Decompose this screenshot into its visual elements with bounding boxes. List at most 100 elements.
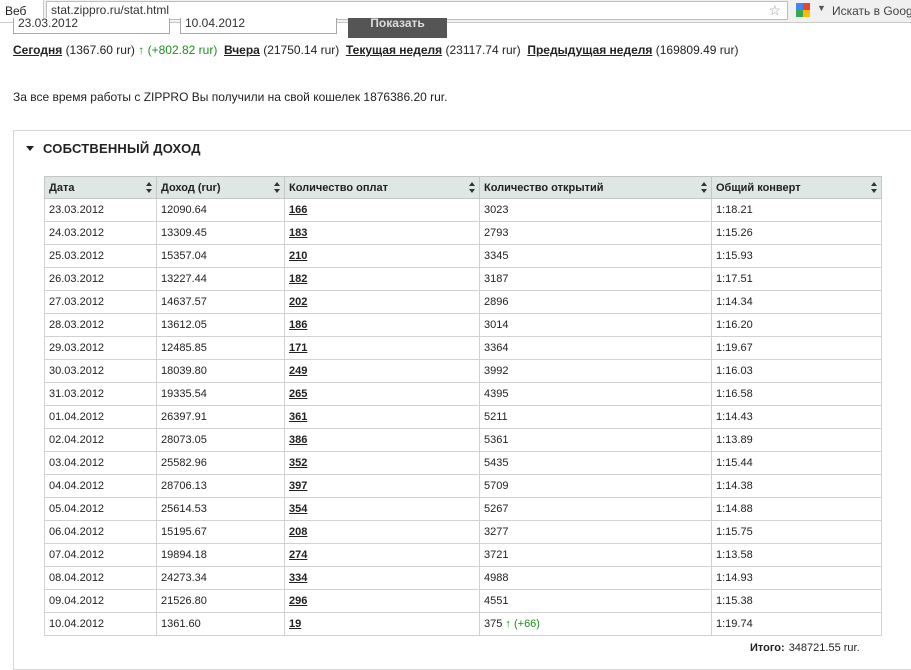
- payments-link[interactable]: 354: [289, 503, 307, 515]
- income-stats-line: Сегодня (1367.60 rur) ↑ (+802.82 rur) Вч…: [13, 42, 738, 58]
- conversion-cell: 1:14.88: [711, 497, 882, 521]
- column-header-income[interactable]: Доход (rur): [156, 176, 285, 199]
- payments-cell[interactable]: 183: [284, 221, 480, 245]
- payments-cell[interactable]: 249: [284, 359, 480, 383]
- date-cell: 23.03.2012: [44, 198, 157, 222]
- table-row: 26.03.2012 13227.44 182 3187 1:17.51: [44, 267, 882, 291]
- payments-cell[interactable]: 334: [284, 566, 480, 590]
- income-cell: 18039.80: [156, 359, 285, 383]
- conversion-cell: 1:15.75: [711, 520, 882, 544]
- column-header-date[interactable]: Дата: [44, 176, 157, 199]
- date-cell: 29.03.2012: [44, 336, 157, 360]
- sort-icon[interactable]: [274, 182, 280, 194]
- opens-delta: ↑ (+66): [505, 618, 540, 630]
- payments-link[interactable]: 352: [289, 457, 307, 469]
- opens-cell: 3277: [479, 520, 712, 544]
- date-cell: 31.03.2012: [44, 382, 157, 406]
- url-text: stat.zippro.ru/stat.html: [51, 3, 170, 17]
- date-from-input[interactable]: 23.03.2012: [13, 18, 170, 34]
- show-button[interactable]: Показать: [348, 18, 447, 38]
- payments-link[interactable]: 208: [289, 526, 307, 538]
- opens-cell: 3023: [479, 198, 712, 222]
- payments-cell[interactable]: 210: [284, 244, 480, 268]
- payments-cell[interactable]: 186: [284, 313, 480, 337]
- today-link[interactable]: Сегодня: [13, 43, 62, 57]
- panel-title: СОБСТВЕННЫЙ ДОХОД: [43, 141, 201, 156]
- payments-cell[interactable]: 397: [284, 474, 480, 498]
- opens-cell: 5211: [479, 405, 712, 429]
- payments-cell[interactable]: 182: [284, 267, 480, 291]
- payments-cell[interactable]: 208: [284, 520, 480, 544]
- payments-link[interactable]: 274: [289, 549, 307, 561]
- payments-link[interactable]: 186: [289, 319, 307, 331]
- google-search-icon[interactable]: [796, 3, 810, 17]
- total-row: Итого: 348721.55 rur.: [750, 641, 860, 655]
- payments-cell[interactable]: 274: [284, 543, 480, 567]
- bookmark-star-icon[interactable]: ☆: [768, 2, 781, 19]
- payments-cell[interactable]: 202: [284, 290, 480, 314]
- payments-cell[interactable]: 296: [284, 589, 480, 613]
- payments-link[interactable]: 166: [289, 204, 307, 216]
- payments-cell[interactable]: 354: [284, 497, 480, 521]
- sort-icon[interactable]: [469, 182, 475, 194]
- opens-cell: 5435: [479, 451, 712, 475]
- payments-cell[interactable]: 386: [284, 428, 480, 452]
- payments-link[interactable]: 386: [289, 434, 307, 446]
- payments-link[interactable]: 249: [289, 365, 307, 377]
- column-header-opens[interactable]: Количество открытий: [479, 176, 712, 199]
- conversion-cell: 1:17.51: [711, 267, 882, 291]
- payments-link[interactable]: 210: [289, 250, 307, 262]
- current-week-value: (23117.74 rur): [445, 43, 521, 57]
- yesterday-value: (21750.14 rur): [263, 43, 340, 57]
- table-row: 07.04.2012 19894.18 274 3721 1:13.58: [44, 543, 882, 567]
- payments-link[interactable]: 202: [289, 296, 307, 308]
- previous-week-link[interactable]: Предыдущая неделя: [527, 43, 652, 57]
- payments-cell[interactable]: 166: [284, 198, 480, 222]
- date-cell: 01.04.2012: [44, 405, 157, 429]
- date-cell: 05.04.2012: [44, 497, 157, 521]
- payments-cell[interactable]: 352: [284, 451, 480, 475]
- column-header-payments[interactable]: Количество оплат: [284, 176, 480, 199]
- opens-cell: 3014: [479, 313, 712, 337]
- payments-link[interactable]: 361: [289, 411, 307, 423]
- payments-link[interactable]: 296: [289, 595, 307, 607]
- collapse-triangle-icon[interactable]: [26, 146, 34, 151]
- date-cell: 27.03.2012: [44, 290, 157, 314]
- income-cell: 12485.85: [156, 336, 285, 360]
- browser-search-input[interactable]: Искать в Goog: [832, 0, 911, 22]
- date-cell: 30.03.2012: [44, 359, 157, 383]
- income-cell: 19335.54: [156, 382, 285, 406]
- payments-link[interactable]: 265: [289, 388, 307, 400]
- panel-header[interactable]: СОБСТВЕННЫЙ ДОХОД: [26, 141, 201, 157]
- column-header-conversion[interactable]: Общий конверт: [711, 176, 882, 199]
- current-week-link[interactable]: Текущая неделя: [346, 43, 442, 57]
- payments-link[interactable]: 171: [289, 342, 307, 354]
- opens-cell: 2793: [479, 221, 712, 245]
- payments-link[interactable]: 19: [289, 618, 301, 630]
- conversion-cell: 1:15.93: [711, 244, 882, 268]
- income-cell: 1361.60: [156, 612, 285, 636]
- sort-icon[interactable]: [146, 182, 152, 194]
- payments-link[interactable]: 397: [289, 480, 307, 492]
- payments-link[interactable]: 183: [289, 227, 307, 239]
- conversion-cell: 1:16.58: [711, 382, 882, 406]
- yesterday-link[interactable]: Вчера: [224, 43, 260, 57]
- sort-icon[interactable]: [871, 182, 877, 194]
- table-row: 08.04.2012 24273.34 334 4988 1:14.93: [44, 566, 882, 590]
- income-cell: 26397.91: [156, 405, 285, 429]
- date-cell: 02.04.2012: [44, 428, 157, 452]
- payments-cell[interactable]: 19: [284, 612, 480, 636]
- date-cell: 09.04.2012: [44, 589, 157, 613]
- payments-cell[interactable]: 171: [284, 336, 480, 360]
- chevron-down-icon[interactable]: ▼: [817, 3, 826, 13]
- payments-cell[interactable]: 361: [284, 405, 480, 429]
- table-row: 28.03.2012 13612.05 186 3014 1:16.20: [44, 313, 882, 337]
- conversion-cell: 1:19.74: [711, 612, 882, 636]
- date-to-input[interactable]: 10.04.2012: [180, 18, 337, 34]
- sort-icon[interactable]: [701, 182, 707, 194]
- income-cell: 13309.45: [156, 221, 285, 245]
- income-cell: 25614.53: [156, 497, 285, 521]
- payments-link[interactable]: 334: [289, 572, 307, 584]
- payments-cell[interactable]: 265: [284, 382, 480, 406]
- payments-link[interactable]: 182: [289, 273, 307, 285]
